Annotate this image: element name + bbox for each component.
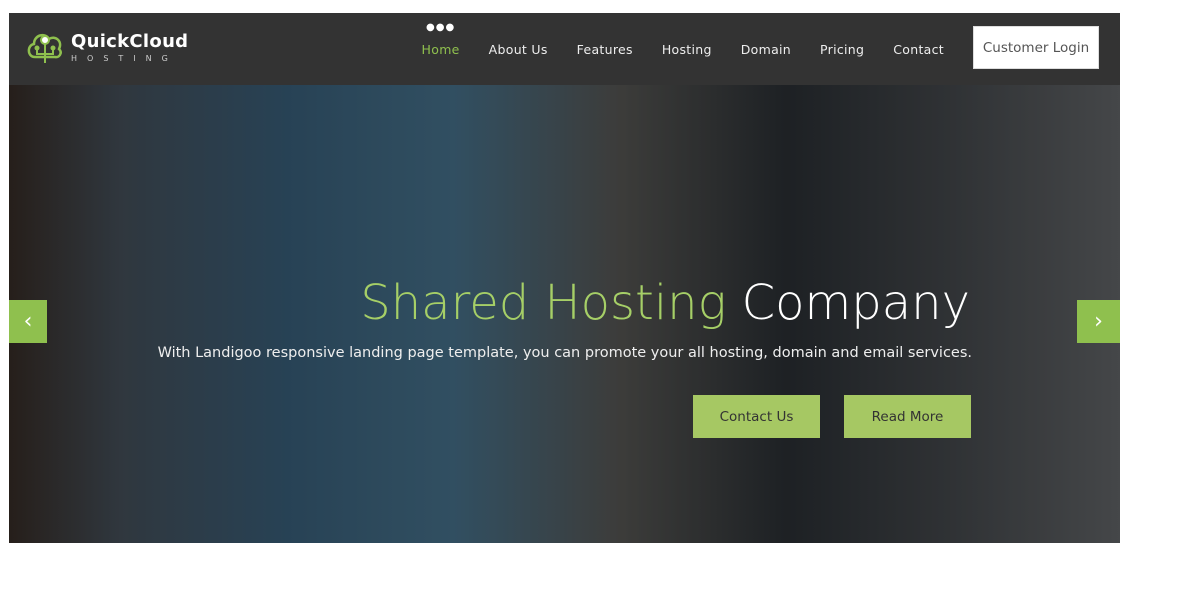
nav-hosting[interactable]: Hosting xyxy=(662,42,712,57)
nav-about-us[interactable]: About Us xyxy=(489,42,548,57)
nav-features[interactable]: Features xyxy=(577,42,633,57)
site: QuickCloud HOSTING ●●● Home About Us Featu… xyxy=(9,13,1120,543)
hero-title: Shared Hosting Company xyxy=(360,275,970,331)
nav-pricing[interactable]: Pricing xyxy=(820,42,864,57)
prev-slide-button[interactable]: ‹ xyxy=(9,300,47,343)
nav-home[interactable]: ●●● Home xyxy=(422,22,460,57)
nav-domain[interactable]: Domain xyxy=(741,42,791,57)
chevron-left-icon: ‹ xyxy=(23,309,33,334)
customer-login-button[interactable]: Customer Login xyxy=(973,26,1099,69)
chevron-right-icon: › xyxy=(1094,309,1103,334)
navbar: QuickCloud HOSTING ●●● Home About Us Featu… xyxy=(9,13,1120,85)
cloud-logo-icon xyxy=(27,33,62,63)
brand-tagline: HOSTING xyxy=(71,54,178,63)
hero-slider: Shared Hosting Company With Landigoo res… xyxy=(9,85,1120,543)
read-more-button[interactable]: Read More xyxy=(844,395,971,438)
brand-name: QuickCloud xyxy=(71,31,189,52)
main-menu: ●●● Home About Us Features Hosting Domain… xyxy=(393,13,944,85)
active-dots-icon: ●●● xyxy=(426,21,456,33)
nav-contact[interactable]: Contact xyxy=(893,42,944,57)
logo[interactable]: QuickCloud HOSTING xyxy=(25,27,188,67)
hero-subtitle: With Landigoo responsive landing page te… xyxy=(157,345,972,361)
next-slide-button[interactable]: › xyxy=(1077,300,1120,343)
contact-us-button[interactable]: Contact Us xyxy=(693,395,820,438)
